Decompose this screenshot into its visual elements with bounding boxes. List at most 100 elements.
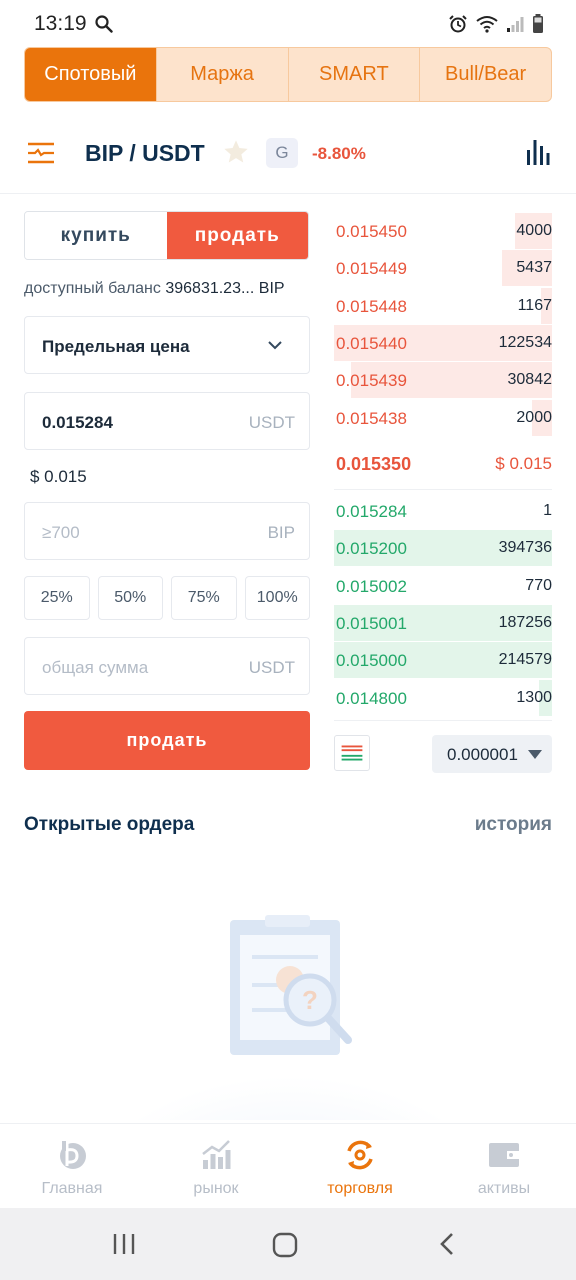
sell-button[interactable]: продать <box>24 711 310 770</box>
battery-icon <box>533 14 543 33</box>
tab-bull-bear[interactable]: Bull/Bear <box>419 48 551 101</box>
wifi-icon <box>476 16 498 33</box>
pair-badge: G <box>266 138 298 168</box>
open-orders-title: Открытые ордера <box>24 814 195 835</box>
bid-row[interactable]: 0.015001 187256 <box>334 604 552 641</box>
favorite-star-icon[interactable] <box>222 138 250 166</box>
nav-home[interactable]: Главная <box>0 1124 144 1208</box>
home-button-icon[interactable] <box>272 1232 298 1258</box>
amount-unit: BIP <box>267 523 295 542</box>
bid-price: 0.014800 <box>336 688 407 708</box>
percent-75-button[interactable]: 75% <box>171 576 237 620</box>
last-price-usd: $ 0.015 <box>495 454 552 473</box>
balance-label: доступный баланс <box>24 280 161 297</box>
sell-tab[interactable]: продать <box>166 212 308 259</box>
empty-orders-illustration: ? <box>130 915 450 1120</box>
wallet-icon <box>489 1143 519 1167</box>
nav-assets[interactable]: активы <box>432 1124 576 1208</box>
ask-quantity: 30842 <box>507 371 553 389</box>
ask-price: 0.015439 <box>336 371 407 391</box>
amount-input[interactable]: ≥700 BIP <box>24 502 310 560</box>
nav-market[interactable]: рынок <box>144 1124 288 1208</box>
tab-spot[interactable]: Спотовый <box>25 48 156 101</box>
bid-quantity: 187256 <box>498 613 552 631</box>
pair-title[interactable]: BIP / USDT <box>85 140 205 167</box>
last-price-row: 0.015350 $ 0.015 <box>334 438 552 490</box>
bid-quantity: 214579 <box>498 651 552 669</box>
ask-row[interactable]: 0.015448 1167 <box>334 287 552 324</box>
ask-row[interactable]: 0.015449 5437 <box>334 250 552 287</box>
nav-trade[interactable]: торговля <box>288 1124 432 1208</box>
ask-row[interactable]: 0.015438 2000 <box>334 399 552 436</box>
bid-price: 0.015001 <box>336 613 407 633</box>
ask-price: 0.015440 <box>336 333 407 353</box>
balance-unit: BIP <box>258 280 285 297</box>
bid-quantity: 770 <box>525 576 552 594</box>
back-button-icon[interactable] <box>438 1232 456 1256</box>
percent-100-button[interactable]: 100% <box>244 576 310 620</box>
order-type-value: Предельная цена <box>42 337 190 356</box>
svg-text:?: ? <box>302 985 318 1015</box>
tab-margin[interactable]: Маржа <box>155 48 288 101</box>
status-bar: 13:19 <box>0 0 576 48</box>
nav-market-label: рынок <box>193 1180 239 1197</box>
system-icons <box>448 14 544 34</box>
order-type-select[interactable]: Предельная цена <box>24 316 310 374</box>
history-link[interactable]: история <box>475 814 552 836</box>
bid-row[interactable]: 0.014800 1300 <box>334 679 552 716</box>
ask-row[interactable]: 0.015440 122534 <box>334 324 552 361</box>
market-chart-icon <box>202 1140 231 1169</box>
price-value: 0.015284 <box>42 413 113 432</box>
bid-quantity: 1300 <box>516 688 552 706</box>
total-unit: USDT <box>248 658 295 677</box>
pair-header: BIP / USDT G -8.80% <box>0 118 576 194</box>
ask-price: 0.015438 <box>336 408 407 428</box>
ask-price: 0.015450 <box>336 222 407 241</box>
bid-row[interactable]: 0.015000 214579 <box>334 642 552 679</box>
home-coin-icon <box>60 1141 86 1169</box>
usd-equivalent: $ 0.015 <box>30 467 87 486</box>
buy-sell-switch: купить продать <box>24 211 309 260</box>
ask-row[interactable]: 0.015450 4000 <box>334 213 552 249</box>
ask-quantity: 1167 <box>517 296 552 314</box>
price-unit: USDT <box>248 413 295 432</box>
book-view-icon[interactable] <box>334 735 370 771</box>
precision-select[interactable]: 0.000001 <box>432 735 552 773</box>
nav-home-label: Главная <box>41 1180 103 1197</box>
order-book-footer: 0.000001 <box>334 720 552 780</box>
amount-placeholder: ≥700 <box>42 523 80 542</box>
total-placeholder: общая сумма <box>42 658 149 677</box>
tab-smart[interactable]: SMART <box>287 48 420 101</box>
balance-value: 396831.23... <box>165 280 255 297</box>
signal-icon <box>507 17 524 32</box>
ask-quantity: 4000 <box>516 222 552 239</box>
chevron-down-icon <box>268 341 282 350</box>
nav-assets-label: активы <box>477 1180 531 1197</box>
bid-price: 0.015000 <box>336 651 407 671</box>
mode-tabs: Спотовый Маржа SMART Bull/Bear <box>24 47 552 102</box>
percent-25-button[interactable]: 25% <box>24 576 90 620</box>
available-balance: доступный баланс 396831.23... BIP <box>24 280 285 298</box>
price-input[interactable]: 0.015284 USDT <box>24 392 310 450</box>
status-time: 13:19 <box>34 12 87 35</box>
pair-menu-icon[interactable] <box>26 140 56 166</box>
nav-trade-label: торговля <box>327 1180 393 1197</box>
bid-row[interactable]: 0.015200 394736 <box>334 530 552 567</box>
recent-apps-icon[interactable] <box>112 1232 136 1256</box>
buy-tab[interactable]: купить <box>25 212 167 259</box>
chart-bars-icon[interactable] <box>526 138 552 166</box>
system-navigation-bar <box>0 1208 576 1280</box>
bottom-navigation: Главная рынок торговля активы <box>0 1123 576 1208</box>
ask-price: 0.015449 <box>336 259 407 279</box>
percent-50-button[interactable]: 50% <box>97 576 163 620</box>
bid-row[interactable]: 0.015284 1 <box>334 493 552 529</box>
total-input[interactable]: общая сумма USDT <box>24 637 310 695</box>
ask-row[interactable]: 0.015439 30842 <box>334 362 553 399</box>
bid-price: 0.015284 <box>336 502 407 521</box>
bid-row[interactable]: 0.015002 770 <box>334 568 552 604</box>
alarm-icon <box>449 15 467 33</box>
bid-price: 0.015200 <box>336 539 407 559</box>
search-icon <box>95 15 113 33</box>
ask-quantity: 5437 <box>516 259 552 277</box>
bid-quantity: 394736 <box>498 539 552 557</box>
